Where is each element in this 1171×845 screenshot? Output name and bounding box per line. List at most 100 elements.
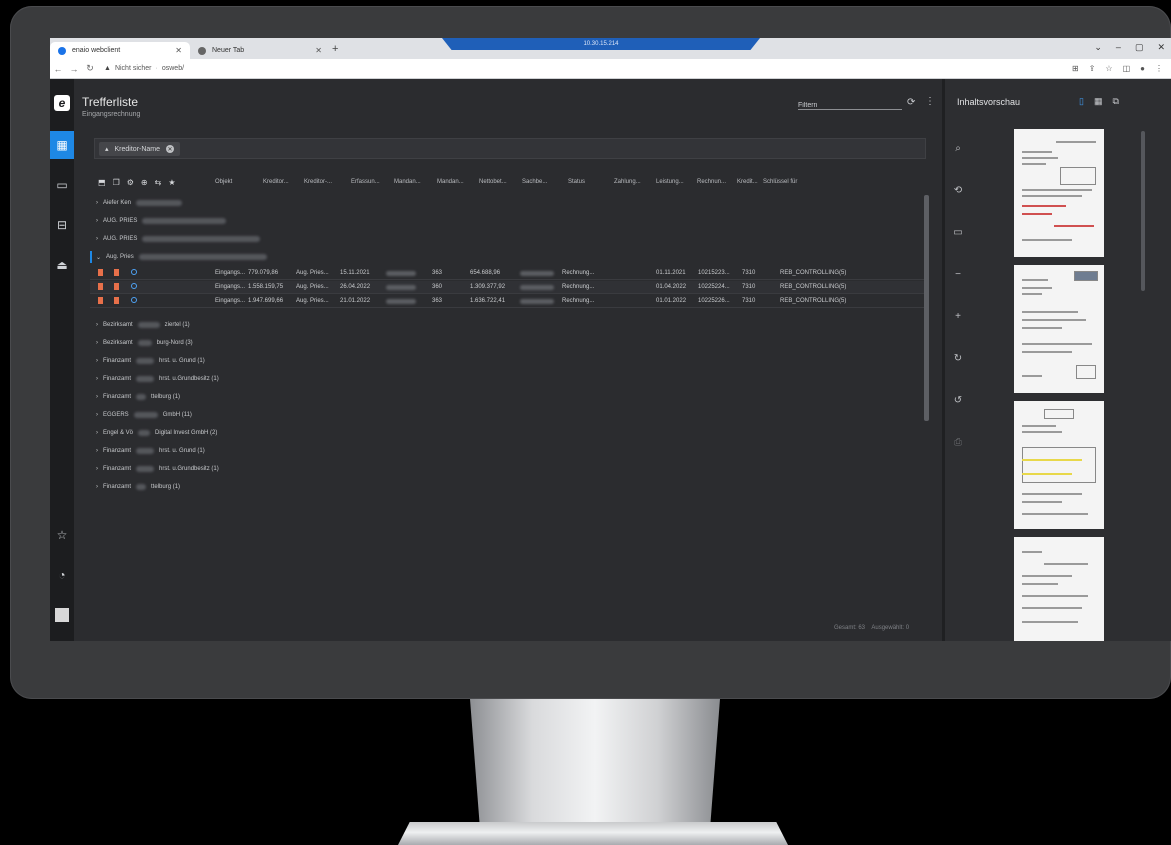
- filter-input[interactable]: [798, 98, 902, 113]
- reload-icon[interactable]: ↻: [82, 63, 98, 74]
- col-header[interactable]: Erfassun...: [351, 179, 394, 185]
- table-row[interactable]: Eingangs... 1.947.699,66 Aug. Pries... 2…: [90, 295, 928, 308]
- group-row[interactable]: › Finanzamt ttelburg (1): [96, 391, 180, 403]
- col-header[interactable]: Objekt: [215, 179, 263, 185]
- redacted-text: [142, 218, 227, 224]
- group-row[interactable]: › Finanzamt hrst. u. Grund (1): [96, 445, 205, 457]
- back-arrow-icon[interactable]: ←: [50, 64, 66, 74]
- rotate-left-icon[interactable]: ↺: [951, 395, 965, 406]
- rotate-icon[interactable]: ⟲: [951, 185, 965, 196]
- rail-item-dashboard[interactable]: ◔: [50, 561, 74, 589]
- page-thumbnail[interactable]: [1014, 537, 1104, 641]
- sort-arrow-icon: ▴: [105, 146, 109, 153]
- col-header[interactable]: Nettobet...: [479, 179, 522, 185]
- cell-rechnung: 10215223...: [698, 270, 730, 276]
- remove-chip-icon[interactable]: ✕: [166, 145, 175, 153]
- menu-dots-icon[interactable]: ⋮: [1155, 64, 1163, 73]
- rail-item-profile[interactable]: [50, 601, 74, 629]
- zoom-search-icon[interactable]: ⌕: [951, 143, 965, 154]
- group-label: Finanzamt: [103, 448, 132, 454]
- forward-arrow-icon[interactable]: →: [66, 64, 82, 74]
- group-row[interactable]: › AUG. PRIES: [96, 215, 227, 227]
- group-row[interactable]: › Finanzamt ttelburg (1): [96, 481, 180, 493]
- refresh-icon[interactable]: ⟳: [907, 97, 915, 108]
- translate-icon[interactable]: ⊞: [1072, 64, 1079, 73]
- redacted-text: [520, 299, 554, 304]
- browser-tab-new[interactable]: Neuer Tab ✕: [190, 42, 330, 59]
- page-thumbnail[interactable]: [1014, 265, 1104, 393]
- close-window-button[interactable]: ✕: [1157, 42, 1165, 53]
- rail-item-workflow[interactable]: ⊟: [50, 211, 74, 239]
- columns-icon[interactable]: ⇆: [155, 178, 162, 187]
- group-row-expanded[interactable]: ⌄ Aug. Pries: [90, 251, 267, 263]
- group-row[interactable]: › Finanzamt hrst. u. Grund (1): [96, 355, 205, 367]
- browser-tab-active[interactable]: enaio webclient ✕: [50, 42, 190, 59]
- page-view-icon[interactable]: ▯: [1079, 96, 1084, 107]
- status-circle-icon: [131, 283, 137, 289]
- cell-leistung: 01.11.2021: [656, 270, 686, 276]
- group-chip[interactable]: ▴ Kreditor-Name ✕: [99, 142, 181, 156]
- settings-icon[interactable]: ⚙: [127, 178, 134, 187]
- cell-amount: 1.558.159,75: [248, 284, 284, 290]
- open-external-icon[interactable]: ⧉: [1112, 96, 1118, 107]
- col-header[interactable]: Kreditor...: [263, 179, 304, 185]
- group-row[interactable]: › Finanzamt hrst. u.Grundbesitz (1): [96, 463, 219, 475]
- rail-item-results[interactable]: ▦: [50, 131, 74, 159]
- page-thumbnail[interactable]: [1014, 401, 1104, 529]
- lock-icon[interactable]: ⊕: [141, 178, 148, 187]
- col-header[interactable]: Status: [568, 179, 614, 185]
- rotate-right-icon[interactable]: ↻: [951, 353, 965, 364]
- page-thumbnail[interactable]: [1014, 129, 1104, 257]
- col-header[interactable]: Sachbe...: [522, 179, 568, 185]
- zoom-out-icon[interactable]: −: [951, 269, 965, 280]
- new-tab-button[interactable]: +: [332, 43, 338, 55]
- group-row[interactable]: › Engel & Vö Digital Invest GmbH (2): [96, 427, 217, 439]
- group-row[interactable]: › Bezirksamt burg-Nord (3): [96, 337, 193, 349]
- col-header[interactable]: Mandan...: [394, 179, 437, 185]
- maximize-button[interactable]: ▢: [1135, 42, 1144, 53]
- group-row[interactable]: › Aiefer Ken: [96, 197, 183, 209]
- col-header[interactable]: Zahlung...: [614, 179, 656, 185]
- col-header[interactable]: Mandan...: [437, 179, 479, 185]
- close-tab-icon[interactable]: ✕: [315, 46, 322, 55]
- bookmark-star-icon[interactable]: ☆: [1105, 64, 1112, 73]
- grid-scrollbar[interactable]: [924, 195, 929, 421]
- col-header[interactable]: Rechnun...: [697, 179, 737, 185]
- print-icon[interactable]: ⎙: [951, 437, 965, 448]
- group-row[interactable]: › EGGERS GmbH (11): [96, 409, 192, 421]
- rail-item-presentation[interactable]: ▭: [50, 171, 74, 199]
- table-row[interactable]: Eingangs... 779.079,86 Aug. Pries... 15.…: [90, 267, 928, 280]
- group-row[interactable]: › Bezirksamt ziertel (1): [96, 319, 190, 331]
- cell-status: Rechnung...: [562, 270, 595, 276]
- url-field[interactable]: ▲ Nicht sicher · osweb/: [104, 65, 184, 72]
- group-row[interactable]: › AUG. PRIES: [96, 233, 261, 245]
- copy-icon[interactable]: ❐: [113, 178, 120, 187]
- sidepanel-icon[interactable]: ◫: [1123, 64, 1131, 73]
- url-warning: Nicht sicher: [114, 65, 152, 72]
- redacted-text: [142, 236, 261, 242]
- grid-view-icon[interactable]: ▦: [1094, 96, 1103, 107]
- group-row[interactable]: › Finanzamt hrst. u.Grundbesitz (1): [96, 373, 219, 385]
- preview-scrollbar[interactable]: [1141, 131, 1145, 291]
- cell-status: Rechnung...: [562, 298, 595, 304]
- col-header[interactable]: Kredit...: [737, 179, 763, 185]
- rail-item-favorites[interactable]: ☆: [50, 521, 74, 549]
- close-tab-icon[interactable]: ✕: [175, 46, 182, 55]
- table-row[interactable]: Eingangs... 1.558.159,75 Aug. Pries... 2…: [90, 281, 928, 294]
- fit-page-icon[interactable]: ▭: [951, 227, 965, 238]
- app-logo[interactable]: e: [50, 89, 74, 117]
- more-vert-icon[interactable]: ⋮: [925, 96, 935, 107]
- grouping-bar[interactable]: ▴ Kreditor-Name ✕: [94, 138, 926, 159]
- presentation-icon: ▭: [56, 178, 68, 192]
- col-header[interactable]: Kreditor-...: [304, 179, 351, 185]
- rail-item-inbox[interactable]: ⏏: [50, 251, 74, 279]
- share-icon[interactable]: ⇪: [1089, 64, 1096, 73]
- favorite-icon[interactable]: ★: [168, 178, 175, 187]
- col-header[interactable]: Leistung...: [656, 179, 697, 185]
- col-header[interactable]: Schlüssel für: [763, 179, 823, 185]
- zoom-in-icon[interactable]: +: [951, 311, 965, 322]
- tab-search-icon[interactable]: ⌄: [1094, 42, 1102, 53]
- export-icon[interactable]: ⬒: [98, 178, 106, 187]
- minimize-button[interactable]: –: [1116, 42, 1121, 53]
- profile-icon[interactable]: ●: [1140, 64, 1145, 73]
